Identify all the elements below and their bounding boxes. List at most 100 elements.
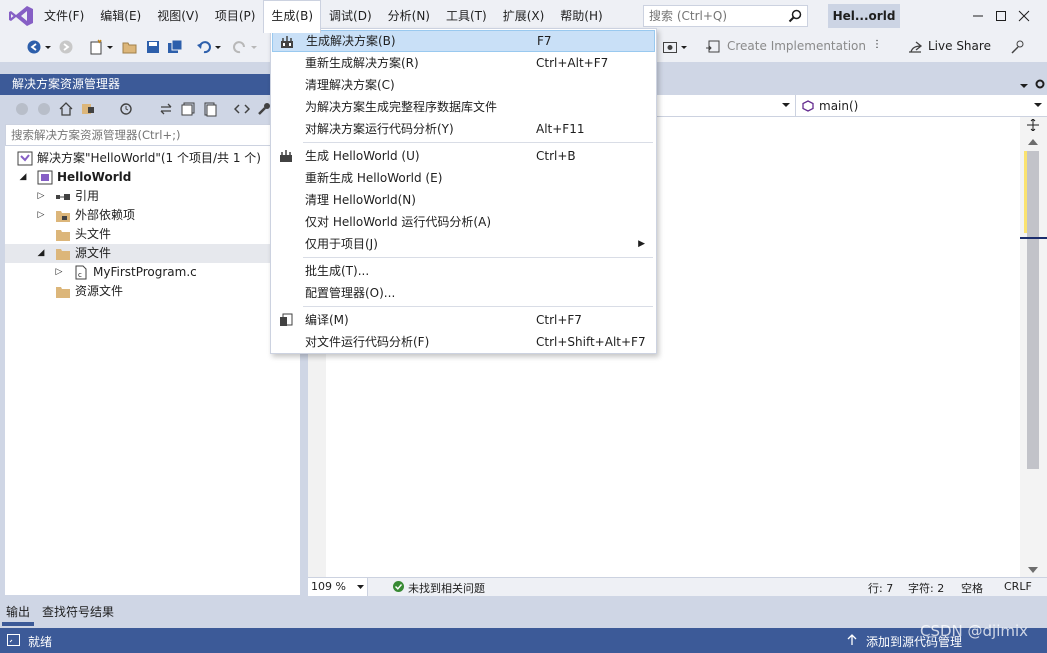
- build-menu-item-label: 编译(M): [305, 313, 349, 327]
- scrollbar-thumb[interactable]: [1027, 151, 1039, 469]
- switch-views-icon[interactable]: [80, 101, 96, 117]
- tree-item[interactable]: ◢ HelloWorld: [5, 168, 300, 187]
- chevron-down-icon[interactable]: [106, 39, 114, 55]
- show-all-files-icon[interactable]: [202, 101, 218, 117]
- build-menu-item[interactable]: 清理 HelloWorld(N): [272, 189, 655, 211]
- tree-item[interactable]: ◢ 源文件: [5, 244, 300, 263]
- build-menu-dropdown: 生成解决方案(B) F7 重新生成解决方案(R) Ctrl+Alt+F7 清理解决方案(…: [270, 28, 657, 354]
- create-implementation-button[interactable]: Create Implementation: [727, 39, 866, 53]
- build-menu-item[interactable]: 生成解决方案(B) F7: [272, 30, 655, 52]
- chevron-down-icon[interactable]: [44, 39, 52, 55]
- screenshot-icon[interactable]: [662, 39, 678, 55]
- tree-item[interactable]: ▷ 引用: [5, 187, 300, 206]
- build-menu-item[interactable]: 生成 HelloWorld (U) Ctrl+B: [272, 145, 655, 167]
- save-icon[interactable]: [145, 39, 161, 55]
- indent-indicator[interactable]: 空格: [961, 580, 983, 596]
- settings-gear-icon[interactable]: [1034, 78, 1046, 90]
- build-menu-item-shortcut: Ctrl+Shift+Alt+F7: [536, 335, 646, 349]
- build-menu-item[interactable]: 仅用于项目(J) ▶: [272, 233, 655, 255]
- expand-arrow-icon[interactable]: ▷: [35, 206, 47, 225]
- menu-item-0[interactable]: 文件(F): [36, 0, 92, 32]
- undo-icon[interactable]: [196, 39, 212, 55]
- build-menu-item[interactable]: 重新生成 HelloWorld (E): [272, 167, 655, 189]
- close-button[interactable]: [1001, 0, 1047, 32]
- project-icon: [37, 170, 53, 185]
- solution-explorer-search[interactable]: [5, 124, 300, 146]
- tree-item[interactable]: ▷ 外部依赖项: [5, 206, 300, 225]
- zoom-value: 109 %: [311, 580, 346, 593]
- forward-icon[interactable]: [36, 101, 52, 117]
- tree-item[interactable]: 资源文件: [5, 282, 300, 301]
- build-menu-item[interactable]: 对文件运行代码分析(F) Ctrl+Shift+Alt+F7: [272, 331, 655, 353]
- build-solution-icon: [279, 34, 295, 50]
- tree-item[interactable]: 头文件: [5, 225, 300, 244]
- build-menu-item[interactable]: 重新生成解决方案(R) Ctrl+Alt+F7: [272, 52, 655, 74]
- tab-output[interactable]: 输出: [2, 601, 35, 626]
- expand-arrow-icon[interactable]: ▷: [35, 187, 47, 206]
- window-title: Hel...orld: [828, 4, 900, 28]
- redo-icon[interactable]: [232, 39, 248, 55]
- issues-status[interactable]: 未找到相关问题: [408, 580, 485, 596]
- search-icon[interactable]: [788, 9, 802, 23]
- live-share-button[interactable]: Live Share: [928, 39, 991, 53]
- editor-vertical-scrollbar[interactable]: [1020, 117, 1047, 577]
- build-menu-item[interactable]: 为解决方案生成完整程序数据库文件: [272, 96, 655, 118]
- menu-item-2[interactable]: 视图(V): [149, 0, 207, 32]
- new-project-icon[interactable]: [88, 39, 104, 55]
- save-all-icon[interactable]: [167, 39, 183, 55]
- open-folder-icon[interactable]: [122, 39, 138, 55]
- chevron-down-icon[interactable]: [680, 39, 688, 55]
- create-implementation-icon[interactable]: [705, 39, 721, 55]
- build-menu-item[interactable]: 仅对 HelloWorld 运行代码分析(A): [272, 211, 655, 233]
- search-input[interactable]: [644, 6, 782, 26]
- visual-studio-logo-icon[interactable]: [8, 5, 34, 27]
- build-menu-item[interactable]: 对解决方案运行代码分析(Y) Alt+F11: [272, 118, 655, 140]
- build-menu-item-label: 重新生成解决方案(R): [305, 56, 419, 70]
- back-icon[interactable]: [14, 101, 30, 117]
- forward-icon[interactable]: [58, 39, 74, 55]
- folder-icon: [55, 246, 71, 261]
- menu-separator: [303, 142, 653, 143]
- build-menu-item[interactable]: 配置管理器(O)...: [272, 282, 655, 304]
- build-menu-item[interactable]: 清理解决方案(C): [272, 74, 655, 96]
- tab-list-dropdown-icon[interactable]: [1018, 79, 1030, 91]
- line-indicator[interactable]: 行: 7: [868, 580, 893, 596]
- sync-icon[interactable]: [158, 101, 174, 117]
- zoom-dropdown[interactable]: 109 %: [308, 578, 368, 596]
- toolbar-overflow[interactable]: ⋮: [872, 39, 882, 50]
- menu-item-1[interactable]: 编辑(E): [92, 0, 149, 32]
- chevron-down-icon[interactable]: [250, 39, 258, 55]
- solution-search-input[interactable]: [6, 125, 299, 145]
- collapse-arrow-icon[interactable]: ◢: [35, 244, 47, 263]
- build-menu-item[interactable]: 批生成(T)...: [272, 260, 655, 282]
- collapse-arrow-icon[interactable]: ◢: [17, 168, 29, 187]
- folder-icon: [55, 284, 71, 299]
- live-share-icon[interactable]: [907, 39, 923, 55]
- column-indicator[interactable]: 字符: 2: [908, 580, 944, 596]
- split-window-icon[interactable]: [1027, 119, 1039, 131]
- tab-find-symbol-results[interactable]: 查找符号结果: [38, 601, 118, 622]
- feedback-icon[interactable]: [1010, 39, 1026, 55]
- function-dropdown[interactable]: main(): [797, 95, 1047, 117]
- solution-tree: 解决方案"HelloWorld"(1 个项目/共 1 个) ◢ HelloWorld…: [5, 146, 300, 595]
- view-code-icon[interactable]: [234, 101, 250, 117]
- back-icon[interactable]: [26, 39, 42, 55]
- tree-item[interactable]: 解决方案"HelloWorld"(1 个项目/共 1 个): [5, 149, 300, 168]
- tree-item-label: 解决方案"HelloWorld"(1 个项目/共 1 个): [37, 151, 261, 165]
- scroll-up-icon[interactable]: [1028, 139, 1038, 145]
- collapse-all-icon[interactable]: [180, 101, 196, 117]
- tree-item[interactable]: ▷ c MyFirstProgram.c: [5, 263, 300, 282]
- build-menu-item[interactable]: 编译(M) Ctrl+F7: [272, 309, 655, 331]
- output-window-icon[interactable]: [7, 634, 20, 646]
- search-box[interactable]: [643, 5, 808, 27]
- chevron-down-icon[interactable]: [214, 39, 222, 55]
- expand-arrow-icon[interactable]: ▷: [53, 263, 65, 282]
- home-icon[interactable]: [58, 101, 74, 117]
- build-menu-item-label: 为解决方案生成完整程序数据库文件: [305, 100, 498, 114]
- pending-changes-icon[interactable]: [118, 101, 134, 117]
- line-ending-indicator[interactable]: CRLF: [1004, 580, 1032, 593]
- scroll-down-icon[interactable]: [1028, 567, 1038, 573]
- build-menu-item-shortcut: F7: [537, 34, 552, 48]
- menu-item-3[interactable]: 项目(P): [207, 0, 264, 32]
- menu-item-4[interactable]: 生成(B): [263, 0, 322, 33]
